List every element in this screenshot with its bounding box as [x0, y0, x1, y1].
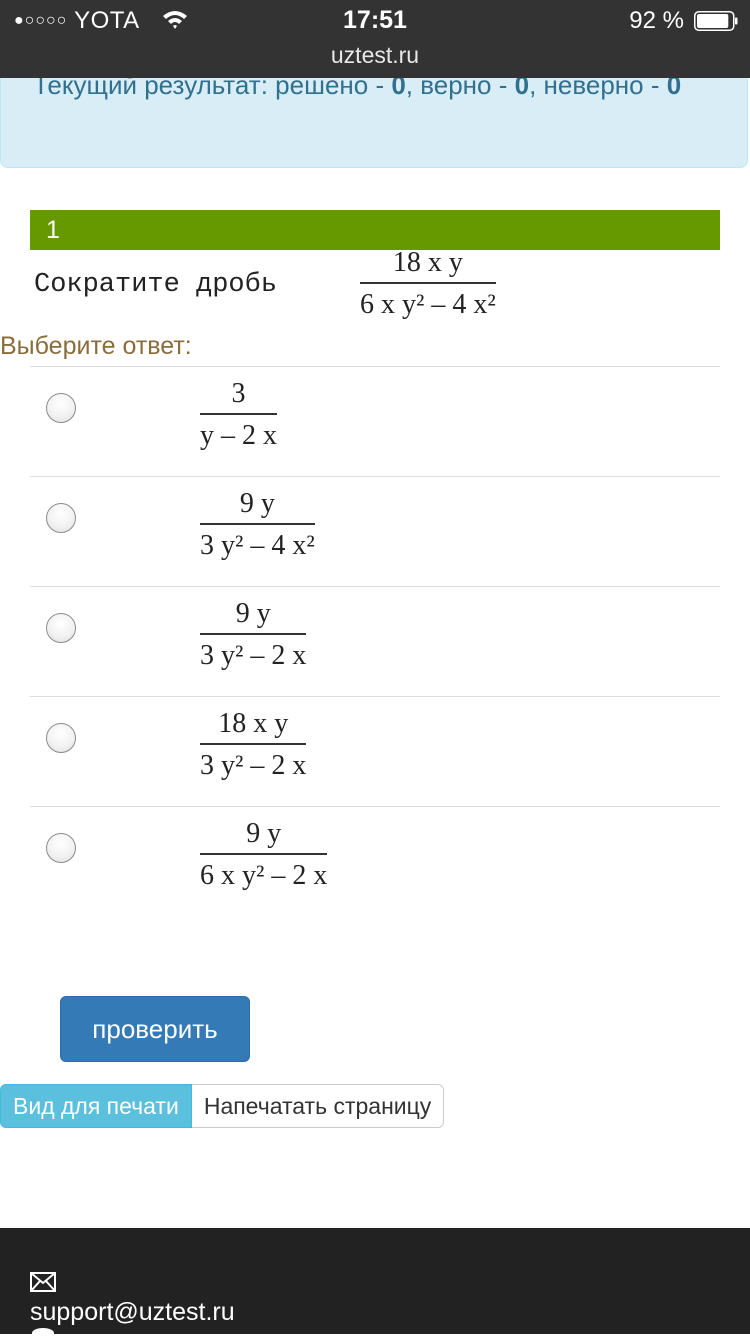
browser-top-bar: ●○○○○ YOTA 17:51 92 % uztest.ru	[0, 0, 750, 78]
answer-denominator: 3 y² – 2 x	[200, 750, 307, 781]
mail-icon	[30, 1272, 56, 1292]
print-page-button[interactable]: Напечатать страницу	[191, 1084, 445, 1128]
answer-denominator: y – 2 x	[200, 420, 277, 451]
answer-option-2[interactable]: 9 y 3 y² – 4 x²	[30, 476, 720, 586]
fraction-bar	[200, 853, 328, 855]
answer-radio-3[interactable]	[46, 613, 76, 643]
answer-numerator: 18 x y	[218, 708, 289, 739]
answer-numerator: 9 y	[235, 598, 271, 629]
fraction-bar	[200, 633, 307, 635]
support-email-link[interactable]: support@uztest.ru	[30, 1298, 235, 1327]
answer-fraction-2: 9 y 3 y² – 4 x²	[200, 487, 315, 563]
answer-denominator: 6 x y² – 2 x	[200, 860, 328, 891]
question-number-header: 1	[30, 210, 720, 250]
answer-radio-1[interactable]	[46, 393, 76, 423]
answer-option-5[interactable]: 9 y 6 x y² – 2 x	[30, 806, 720, 916]
status-bar: ●○○○○ YOTA 17:51 92 %	[0, 0, 750, 40]
answer-radio-2[interactable]	[46, 503, 76, 533]
question-fraction: 18 x y 6 x y² – 4 x²	[360, 246, 496, 322]
phone-icon	[32, 1328, 54, 1338]
print-view-button[interactable]: Вид для печати	[0, 1084, 192, 1128]
answer-fraction-3: 9 y 3 y² – 2 x	[200, 597, 307, 673]
choose-answer-label: Выберите ответ:	[0, 332, 192, 360]
print-button-group: Вид для печати Напечатать страницу	[0, 1084, 445, 1128]
answer-list: 3 y – 2 x 9 y 3 y² – 4 x² 9 y 3 y² – 2 x…	[30, 366, 720, 916]
question-denominator: 6 x y² – 4 x²	[360, 289, 496, 320]
answer-denominator: 3 y² – 2 x	[200, 640, 307, 671]
footer: support@uztest.ru	[0, 1228, 750, 1338]
question-text: Сократите дробь	[34, 270, 278, 300]
address-bar-url[interactable]: uztest.ru	[0, 42, 750, 69]
battery-percent: 92 %	[629, 7, 684, 34]
fraction-bar	[200, 523, 315, 525]
answer-fraction-5: 9 y 6 x y² – 2 x	[200, 817, 328, 893]
battery-icon	[694, 11, 738, 31]
answer-radio-4[interactable]	[46, 723, 76, 753]
fraction-bar	[360, 282, 496, 284]
fraction-bar	[200, 413, 277, 415]
answer-fraction-1: 3 y – 2 x	[200, 377, 277, 453]
check-answer-button[interactable]: проверить	[60, 996, 250, 1062]
answer-option-4[interactable]: 18 x y 3 y² – 2 x	[30, 696, 720, 806]
answer-denominator: 3 y² – 4 x²	[200, 530, 315, 561]
answer-numerator: 3	[231, 378, 246, 409]
answer-fraction-4: 18 x y 3 y² – 2 x	[200, 707, 307, 783]
question-number: 1	[46, 216, 60, 244]
question-numerator: 18 x y	[392, 247, 463, 278]
fraction-bar	[200, 743, 307, 745]
answer-option-3[interactable]: 9 y 3 y² – 2 x	[30, 586, 720, 696]
answer-radio-5[interactable]	[46, 833, 76, 863]
answer-numerator: 9 y	[246, 818, 282, 849]
answer-numerator: 9 y	[239, 488, 275, 519]
answer-option-1[interactable]: 3 y – 2 x	[30, 366, 720, 476]
